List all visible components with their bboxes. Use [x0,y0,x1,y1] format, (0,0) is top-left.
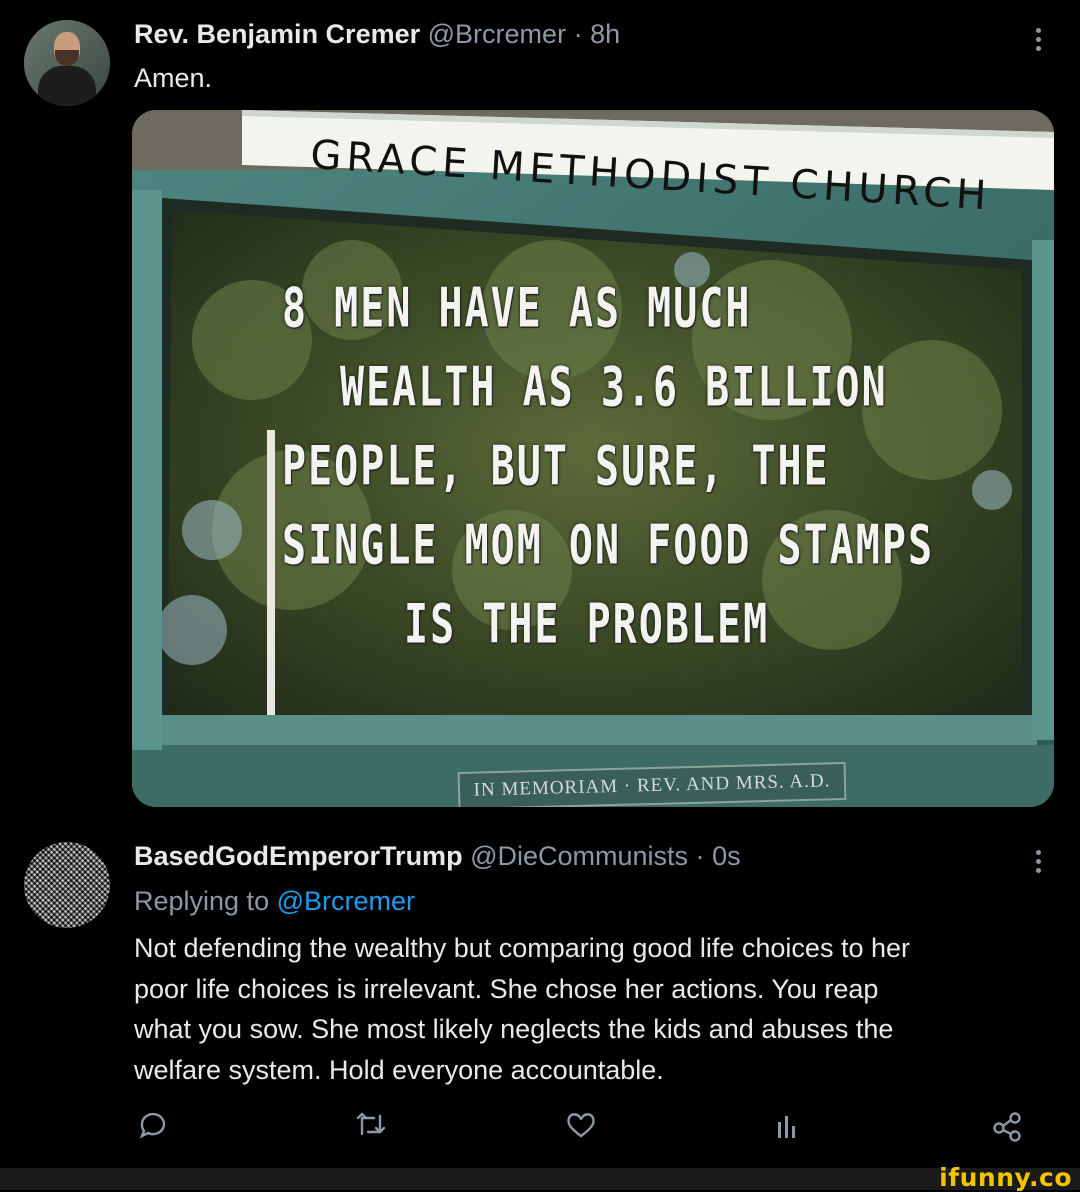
replying-to: Replying to @Brcremer [134,882,415,920]
like-icon[interactable] [564,1108,598,1142]
reply-header: BasedGodEmperorTrump @DieCommunists · 0s [134,840,741,872]
footer-bar [0,1168,1080,1190]
reply-action-bar [0,1108,1080,1148]
separator-dot: · [573,19,583,49]
reply-text-line: Not defending the wealthy but comparing … [134,933,910,963]
reply-time[interactable]: 0s [712,841,741,871]
more-options-icon[interactable] [1036,24,1044,55]
sign-message-line: SINGLE MOM ON FOOD STAMPS [282,515,935,578]
author-handle[interactable]: @Brcremer [428,19,566,49]
replying-prefix: Replying to [134,886,270,916]
retweet-icon[interactable] [354,1108,388,1142]
reply-author-avatar[interactable] [24,842,110,928]
tweet-text: Amen. [134,63,213,93]
reply-text: Not defending the wealthy but comparing … [134,928,1044,1090]
author-avatar[interactable] [24,20,110,106]
author-name[interactable]: Rev. Benjamin Cremer [134,19,420,49]
reply-text-line: welfare system. Hold everyone accountabl… [134,1054,664,1085]
separator-dot: · [695,841,705,871]
tweet-time[interactable]: 8h [590,19,620,49]
sign-message-line: 8 MEN HAVE AS MUCH [282,278,752,341]
sign-message-line: IS THE PROBLEM [404,594,770,657]
sign-message-line: WEALTH AS 3.6 BILLION [340,357,888,420]
replying-mention-link[interactable]: @Brcremer [277,886,415,916]
reply-text-line: what you sow. She most likely neglects t… [134,1014,894,1044]
ifunny-watermark: ifunny.co [939,1163,1072,1192]
sign-message-line: PEOPLE, BUT SURE, THE [282,436,830,499]
views-icon[interactable] [770,1108,804,1142]
tweet-header: Rev. Benjamin Cremer @Brcremer · 8h [134,18,620,50]
reply-author-name[interactable]: BasedGodEmperorTrump [134,841,463,871]
tweet-photo[interactable]: GRACE METHODIST CHURCH 8 MEN HAVE AS MUC… [132,110,1054,807]
reply-author-handle[interactable]: @DieCommunists [470,841,688,871]
more-options-icon[interactable] [1036,846,1044,877]
share-icon[interactable] [990,1108,1024,1142]
reply-text-line: poor life choices is irrelevant. She cho… [134,973,879,1004]
reply-icon[interactable] [136,1108,170,1142]
